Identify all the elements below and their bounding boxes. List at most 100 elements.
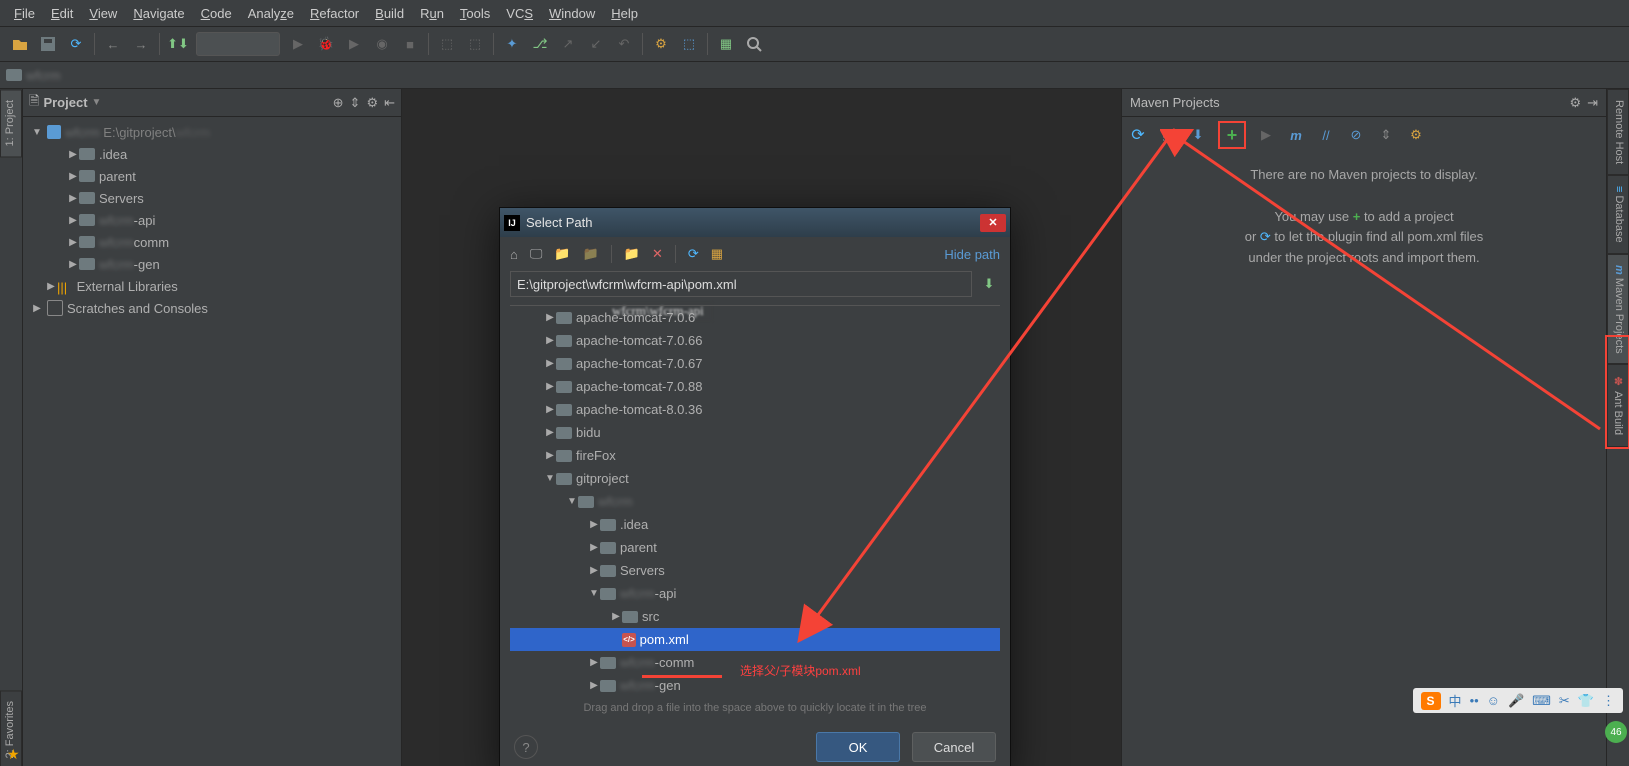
tree-item[interactable]: ▼wfcrm [510, 490, 1000, 513]
new-folder-icon[interactable]: 📁 [624, 246, 640, 262]
path-field[interactable] [510, 271, 972, 297]
tab-database[interactable]: ≡ Database [1607, 175, 1629, 254]
project-icon[interactable]: 📁 [554, 246, 570, 262]
menu-analyze[interactable]: Analyze [240, 2, 302, 25]
redo-icon[interactable]: → [129, 32, 153, 56]
coverage-icon[interactable]: ▶ [342, 32, 366, 56]
revert-icon[interactable]: ↶ [612, 32, 636, 56]
tree-item[interactable]: .idea [99, 147, 127, 162]
refresh-icon[interactable]: ⟳ [1128, 125, 1148, 145]
x2-icon[interactable]: ⬚ [463, 32, 487, 56]
refresh-icon[interactable]: ⟳ [688, 246, 699, 262]
menu-code[interactable]: Code [193, 2, 240, 25]
menu-file[interactable]: File [6, 2, 43, 25]
vcs-dn-icon[interactable]: ↙ [584, 32, 608, 56]
collapse-icon[interactable]: ⇕ [1376, 125, 1396, 145]
sync-icon[interactable]: ⟳ [64, 32, 88, 56]
tree-item[interactable]: ▶bidu [510, 421, 1000, 444]
tree-item[interactable]: External Libraries [77, 279, 178, 294]
project-panel-title[interactable]: Project [43, 95, 87, 110]
branch-icon[interactable]: ⎇ [528, 32, 552, 56]
home-icon[interactable]: ⌂ [510, 247, 518, 262]
tab-remote-host[interactable]: Remote Host [1607, 89, 1629, 175]
add-maven-icon[interactable]: + [1222, 125, 1242, 145]
undo-icon[interactable]: ← [101, 32, 125, 56]
wand-icon[interactable]: ✦ [500, 32, 524, 56]
menu-refactor[interactable]: Refactor [302, 2, 367, 25]
menu-view[interactable]: View [81, 2, 125, 25]
hide-icon[interactable]: ⇥ [1587, 95, 1598, 111]
search-everywhere-icon[interactable] [742, 32, 766, 56]
menu-vcs[interactable]: VCS [498, 2, 541, 25]
show-hidden-icon[interactable]: ▦ [711, 246, 723, 262]
tree-item[interactable]: ▶apache-tomcat-7.0.67 [510, 352, 1000, 375]
hide-icon[interactable]: ⇤ [384, 95, 395, 111]
tree-item[interactable]: ▶apache-tomcat-8.0.36 [510, 398, 1000, 421]
toggle-icon[interactable]: // [1316, 125, 1336, 145]
hide-path-link[interactable]: Hide path [944, 247, 1000, 262]
module-icon[interactable]: 📁 [583, 246, 599, 262]
menu-navigate[interactable]: Navigate [125, 2, 192, 25]
help-icon[interactable]: ? [514, 735, 538, 759]
delete-icon[interactable]: ✕ [652, 246, 663, 262]
maven-settings-icon[interactable]: ⚙ [1406, 125, 1426, 145]
stop-icon[interactable]: ■ [398, 32, 422, 56]
generate-icon[interactable]: ⬚ [1158, 125, 1178, 145]
download-icon[interactable]: ⬇ [1188, 125, 1208, 145]
breadcrumb-item[interactable]: wfcrm [26, 68, 61, 83]
notification-badge[interactable]: 46 [1605, 721, 1627, 743]
build-icon[interactable]: ⬆⬇ [166, 32, 190, 56]
menu-edit[interactable]: Edit [43, 2, 81, 25]
ime-tray[interactable]: S 中••☺🎤⌨✂👕⋮ [1413, 688, 1623, 713]
run-config-combo[interactable] [196, 32, 280, 56]
debug-icon[interactable]: 🐞 [314, 32, 338, 56]
tree-item[interactable]: ▶fireFox [510, 444, 1000, 467]
tree-item[interactable]: ▶apache-tomcat-7.0.66 [510, 329, 1000, 352]
tree-item[interactable]: ▶parent [510, 536, 1000, 559]
dialog-tree[interactable]: ▶apache-tomcat-7.0.6▶apache-tomcat-7.0.6… [510, 305, 1000, 698]
ok-button[interactable]: OK [816, 732, 900, 762]
tree-item[interactable]: comm [134, 235, 169, 250]
save-icon[interactable] [36, 32, 60, 56]
x1-icon[interactable]: ⬚ [435, 32, 459, 56]
tree-item[interactable]: Servers [99, 191, 144, 206]
menu-build[interactable]: Build [367, 2, 412, 25]
tree-item[interactable]: Scratches and Consoles [67, 301, 208, 316]
tree-item[interactable]: ▼wfcrm-api [510, 582, 1000, 605]
locate-icon[interactable]: ⊕ [333, 95, 344, 111]
menu-window[interactable]: Window [541, 2, 603, 25]
profile-icon[interactable]: ◉ [370, 32, 394, 56]
collapse-icon[interactable]: ⇕ [350, 95, 361, 111]
tree-item[interactable]: -api [134, 213, 156, 228]
close-icon[interactable]: ✕ [980, 214, 1006, 232]
run-icon[interactable]: ▶ [1256, 125, 1276, 145]
desktop-icon[interactable]: 🖵 [530, 246, 543, 262]
cancel-button[interactable]: Cancel [912, 732, 996, 762]
tree-item[interactable]: parent [99, 169, 136, 184]
history-icon[interactable]: ⬇ [978, 271, 1000, 297]
tab-project[interactable]: 1: Project [0, 89, 22, 157]
tree-item[interactable]: -gen [134, 257, 160, 272]
m-icon[interactable]: m [1286, 125, 1306, 145]
tree-item[interactable]: ▶apache-tomcat-7.0.88 [510, 375, 1000, 398]
menu-tools[interactable]: Tools [452, 2, 498, 25]
tree-item[interactable]: ▶src [510, 605, 1000, 628]
menu-run[interactable]: Run [412, 2, 452, 25]
tree-item[interactable]: ▶Servers [510, 559, 1000, 582]
struct-icon[interactable]: ⬚ [677, 32, 701, 56]
skip-icon[interactable]: ⊘ [1346, 125, 1366, 145]
tree-item[interactable]: ▶apache-tomcat-7.0.6 [510, 306, 1000, 329]
dialog-titlebar[interactable]: IJ Select Path ✕ [500, 208, 1010, 237]
gear-icon[interactable]: ⚙ [366, 95, 378, 111]
menu-help[interactable]: Help [603, 2, 646, 25]
tree-item[interactable]: ▶.idea [510, 513, 1000, 536]
tree-item[interactable]: </> pom.xml [510, 628, 1000, 651]
project-tree[interactable]: ▼wfcrm E:\gitproject\wfcrm ▶.idea ▶paren… [23, 117, 401, 766]
chip-icon[interactable]: ▦ [714, 32, 738, 56]
vcs-up-icon[interactable]: ↗ [556, 32, 580, 56]
gear-icon[interactable]: ⚙ [1569, 95, 1581, 111]
tree-item[interactable]: ▼gitproject [510, 467, 1000, 490]
run-icon[interactable]: ▶ [286, 32, 310, 56]
settings-icon[interactable]: ⚙ [649, 32, 673, 56]
open-icon[interactable] [8, 32, 32, 56]
